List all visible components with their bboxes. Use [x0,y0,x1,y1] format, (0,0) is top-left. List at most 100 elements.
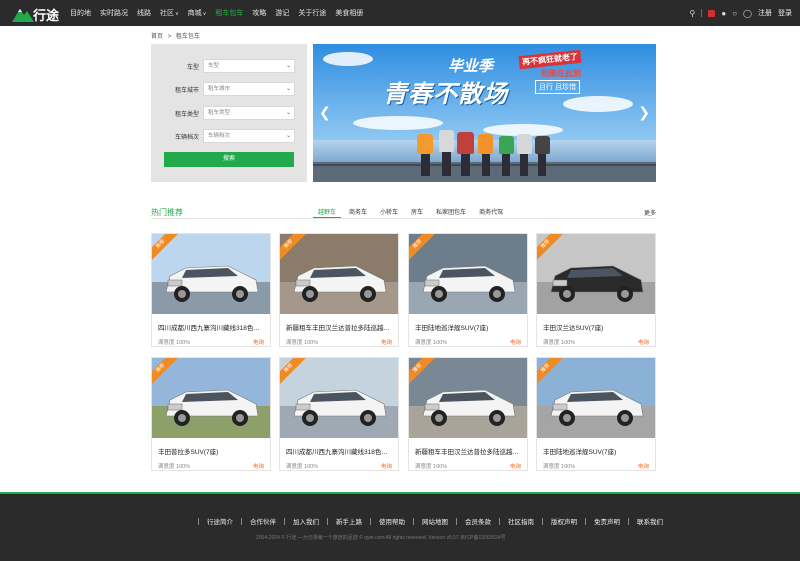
header-right: ⚲ ● ○ ◯ 注册 登录 [684,0,793,26]
footer-link[interactable]: 合作伙伴 [250,516,276,526]
car-photo [409,234,527,314]
car-photo [280,234,398,314]
tab-2[interactable]: 小轿车 [380,207,398,216]
car-image[interactable] [409,234,527,314]
car-image[interactable] [152,358,270,438]
hiker-backpack [499,136,514,154]
nav-item[interactable]: 目的地 [70,8,91,18]
footer-link[interactable]: 新手上路 [336,516,362,526]
tab-4[interactable]: 私家团包车 [436,207,466,216]
car-price[interactable]: 电询 [381,338,392,346]
nav-item-label: 商城 [187,10,202,17]
footer-divider [413,517,414,525]
city-select[interactable]: 租车城市 ⌄ [203,82,295,96]
footer-link[interactable]: 网站地图 [422,516,448,526]
more-link[interactable]: 更多 [644,208,656,217]
search-button[interactable]: 搜索 [164,152,294,167]
cloud [563,96,633,112]
tab-0[interactable]: 越野车 [312,207,342,219]
car-image[interactable] [409,358,527,438]
car-price[interactable]: 电询 [638,462,649,470]
footer-divider [456,517,457,525]
wechat-icon[interactable]: ○ [732,9,737,18]
nav-item[interactable]: 美食相册 [335,8,363,18]
car-card[interactable]: 推荐 四川成都川西九寨沟川藏线318色达稻城 满意度 100% 电询 [279,357,399,471]
type-select[interactable]: 租车类型 ⌄ [203,106,295,120]
divider [701,9,703,17]
car-image[interactable] [280,234,398,314]
banner-next-arrow-icon[interactable]: ❯ [638,104,650,121]
footer-link[interactable]: 联系我们 [637,516,663,526]
breadcrumb: 首页 > 租车包车 [151,31,203,40]
footer-link[interactable]: 免责声明 [594,516,620,526]
qq-icon[interactable]: ● [721,9,726,18]
nav-item[interactable]: 社区∨ [160,8,179,18]
footer-link[interactable]: 行途简介 [207,516,233,526]
car-title[interactable]: 四川成都川西九寨沟川藏线318色达稻城 [158,322,266,332]
car-card[interactable]: 推荐 新疆租车丰田汉兰达普拉多陆巡越野车 满意度 100% 电询 [408,357,528,471]
car-price[interactable]: 电询 [253,338,264,346]
nav-item[interactable]: 攻略 [252,8,266,18]
search-icon[interactable]: ⚲ [690,9,696,18]
nav-item[interactable]: 游记 [275,8,289,18]
nav-item[interactable]: 线路 [137,8,151,18]
login-link[interactable]: 登录 [778,8,792,18]
footer-link[interactable]: 会员条款 [465,516,491,526]
car-title[interactable]: 四川成都川西九寨沟川藏线318色达稻城 [286,446,394,456]
grade-select[interactable]: 车辆档次 ⌄ [203,129,295,143]
type-select-value: 租车类型 [208,110,231,116]
site-logo[interactable]: 行途 [12,4,60,23]
car-price[interactable]: 电询 [638,338,649,346]
car-card[interactable]: 推荐 新疆租车丰田汉兰达普拉多陆巡越野车 满意度 100% 电询 [279,233,399,347]
nav-item-label: 社区 [160,10,174,17]
tab-1[interactable]: 商务车 [349,207,367,216]
car-card[interactable]: 推荐 四川成都川西九寨沟川藏线318色达稻城 满意度 100% 电询 [151,233,271,347]
car-image[interactable] [280,358,398,438]
nav-item[interactable]: 商城∨ [188,8,207,18]
share-icon[interactable]: ◯ [743,9,752,18]
car-image[interactable] [152,234,270,314]
car-card[interactable]: 推荐 丰田汉兰达SUV(7座) 满意度 100% 电询 [536,233,656,347]
car-price[interactable]: 电询 [510,462,521,470]
footer-link[interactable]: 版权声明 [551,516,577,526]
hiker-legs [502,154,510,176]
nav-item[interactable]: 实时路况 [100,8,128,18]
footer-link[interactable]: 使用帮助 [379,516,405,526]
car-image[interactable] [537,358,655,438]
hiker-legs [482,154,490,176]
car-title[interactable]: 丰田汉兰达SUV(7座) [543,322,651,332]
chevron-down-icon: ⌄ [285,110,291,116]
search-row-grade: 车辆档次 车辆档次 ⌄ [163,129,295,143]
model-select-value: 车型 [208,63,220,69]
tab-3[interactable]: 房车 [411,207,423,216]
car-satisfaction: 满意度 100% [158,340,191,346]
car-image[interactable] [537,234,655,314]
banner-prev-arrow-icon[interactable]: ❮ [319,104,331,121]
breadcrumb-home[interactable]: 首页 [151,34,163,40]
car-title[interactable]: 新疆租车丰田汉兰达普拉多陆巡越野车 [286,322,394,332]
car-card[interactable]: 推荐 丰田陆地巡洋舰SUV(7座) 满意度 100% 电询 [536,357,656,471]
footer-link[interactable]: 加入我们 [293,516,319,526]
model-select[interactable]: 车型 ⌄ [203,59,295,73]
car-title[interactable]: 新疆租车丰田汉兰达普拉多陆巡越野车 [415,446,523,456]
promo-banner[interactable]: 毕业季 青春不散场 再不疯狂就老了 相聚在此刻 且行 且珍惜 ❮ ❯ [313,44,656,182]
footer-divider [241,517,242,525]
car-card[interactable]: 推荐 丰田陆地巡洋舰SUV(7座) 满意度 100% 电询 [408,233,528,347]
hiker-backpack [478,134,493,154]
car-card[interactable]: 推荐 丰田普拉多SUV(7座) 满意度 100% 电询 [151,357,271,471]
car-title[interactable]: 丰田陆地巡洋舰SUV(7座) [415,322,523,332]
register-link[interactable]: 注册 [758,8,772,18]
nav-item[interactable]: 租车包车 [215,8,243,18]
car-title[interactable]: 丰田普拉多SUV(7座) [158,446,266,456]
cloud [353,116,443,130]
hiker-legs [520,154,528,176]
footer-link[interactable]: 社区指南 [508,516,534,526]
car-price[interactable]: 电询 [381,462,392,470]
car-price[interactable]: 电询 [253,462,264,470]
weibo-icon[interactable] [708,9,716,17]
car-price[interactable]: 电询 [510,338,521,346]
car-satisfaction: 满意度 100% [543,464,576,470]
car-title[interactable]: 丰田陆地巡洋舰SUV(7座) [543,446,651,456]
nav-item[interactable]: 关于行途 [298,8,326,18]
tab-5[interactable]: 商务代驾 [479,207,503,216]
